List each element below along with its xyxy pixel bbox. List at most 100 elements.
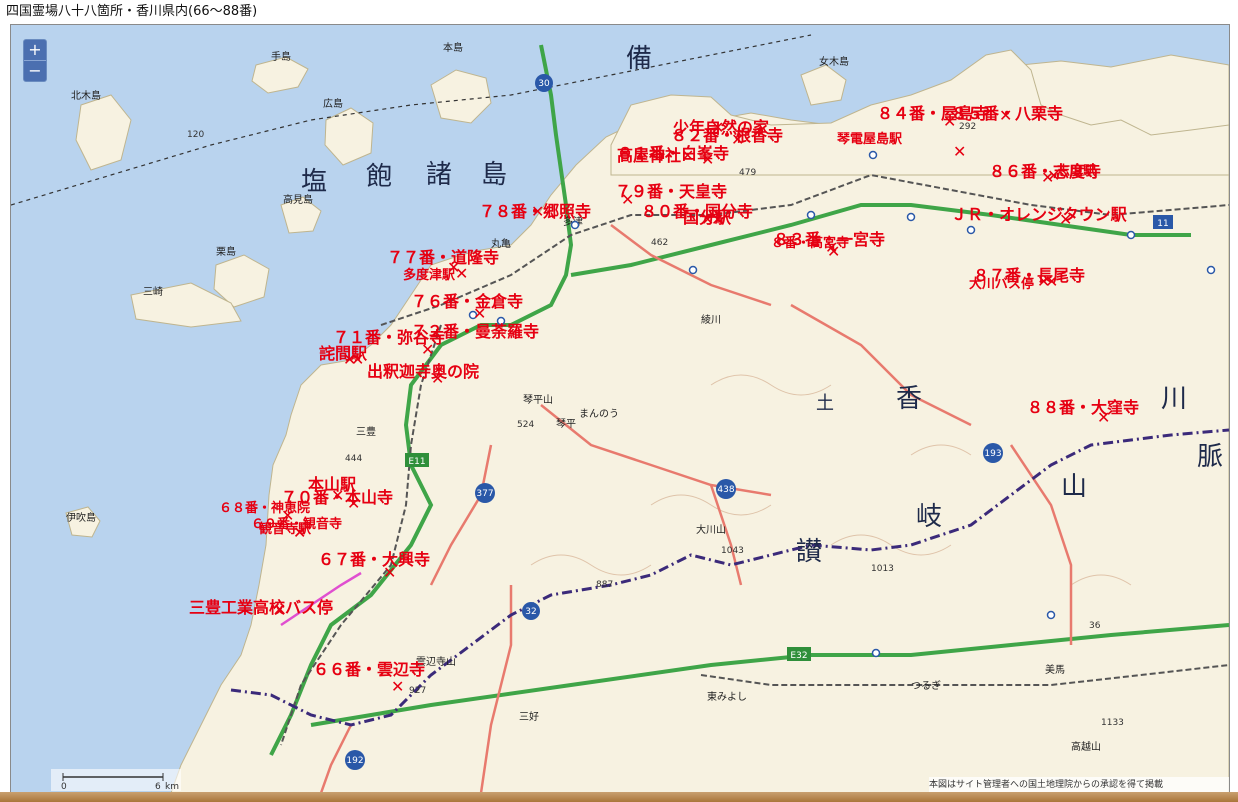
elevation-label: 1013 xyxy=(871,564,894,574)
svg-text:８番・高宮寺: ８番・高宮寺 xyxy=(771,235,849,251)
svg-text:192: 192 xyxy=(346,756,363,766)
svg-text:✕: ✕ xyxy=(953,142,966,161)
region-label: 飽 xyxy=(366,162,392,192)
elevation-label: 524 xyxy=(517,420,534,430)
svg-text:詫間駅: 詫間駅 xyxy=(319,344,368,363)
svg-text:観音寺駅: 観音寺駅 xyxy=(258,521,312,537)
route-shield: 30 xyxy=(535,74,553,92)
place-label: 美馬 xyxy=(1045,663,1065,676)
place-label: 女木島 xyxy=(819,55,849,68)
map-viewport[interactable]: 手島 本島 北木島 広島 女木島 高見島 栗島 三崎 伊吹島 三豊 丸亀 多津 … xyxy=(10,24,1230,794)
svg-text:32: 32 xyxy=(525,607,536,617)
elevation-label: 292 xyxy=(959,122,976,132)
route-shield: 11 xyxy=(1153,215,1173,229)
elevation-label: 36 xyxy=(1089,621,1101,631)
marker-78-goshoji[interactable]: ✕７８番・郷照寺 xyxy=(479,202,591,221)
svg-text:✕: ✕ xyxy=(391,677,404,696)
marker-mitoyo-bus-stop[interactable]: ✕三豊工業高校バス停 xyxy=(189,598,333,619)
route-shield: E11 xyxy=(405,453,429,467)
svg-text:少年自然の家: 少年自然の家 xyxy=(672,118,770,137)
place-label: 三好 xyxy=(519,711,539,723)
svg-text:438: 438 xyxy=(717,485,734,495)
svg-text:国分駅: 国分駅 xyxy=(683,208,732,227)
place-label: 琴平山 xyxy=(523,394,553,406)
place-label: 栗島 xyxy=(216,245,236,258)
place-label: 手島 xyxy=(271,50,291,63)
svg-text:高屋神社: 高屋神社 xyxy=(617,146,681,165)
svg-text:志度駅: 志度駅 xyxy=(1057,163,1097,179)
place-label: 琴平 xyxy=(556,418,576,430)
scale-max: 6 xyxy=(155,782,161,791)
place-label: 綾川 xyxy=(701,313,721,326)
elevation-label: 479 xyxy=(739,168,756,178)
svg-text:✕: ✕ xyxy=(455,264,468,283)
svg-text:E11: E11 xyxy=(408,457,425,467)
place-label: 伊吹島 xyxy=(66,511,96,524)
map-attribution: 本図はサイト管理者への国土地理院からの承認を得て掲載 xyxy=(929,777,1229,793)
scale-bar: 0 6 km xyxy=(51,769,181,792)
region-label: 土 xyxy=(816,393,834,414)
svg-text:✕: ✕ xyxy=(1037,272,1050,291)
region-label: 岐 xyxy=(916,502,942,532)
svg-text:出釈迦寺奥の院: 出釈迦寺奥の院 xyxy=(367,362,479,381)
zoom-out-button[interactable]: − xyxy=(24,60,46,81)
zoom-in-button[interactable]: + xyxy=(24,40,46,60)
svg-text:193: 193 xyxy=(984,449,1001,459)
svg-text:７２番・曼荼羅寺: ７２番・曼荼羅寺 xyxy=(411,322,539,341)
region-label: 讃 xyxy=(796,537,822,567)
region-label: 備 xyxy=(626,44,652,74)
elevation-label: 462 xyxy=(651,238,668,248)
svg-text:８８番・大窪寺: ８８番・大窪寺 xyxy=(1027,398,1139,417)
region-label: 諸 xyxy=(426,160,452,190)
elevation-label: 887 xyxy=(596,580,613,590)
svg-text:７９番・天皇寺: ７９番・天皇寺 xyxy=(615,182,727,201)
place-label: 高越山 xyxy=(1071,740,1101,753)
svg-text:６６番・雲辺寺: ６６番・雲辺寺 xyxy=(313,660,425,679)
page-title: 四国霊場八十八箇所・香川県内(66〜88番) xyxy=(6,4,258,19)
svg-text:三豊工業高校バス停: 三豊工業高校バス停 xyxy=(189,598,333,617)
marker-85-yakuriji[interactable]: ✕８５番・八栗寺 xyxy=(951,104,1063,125)
svg-text:多度津駅: 多度津駅 xyxy=(403,267,456,283)
marker-youth-nature-house[interactable]: ✕少年自然の家 xyxy=(672,118,770,137)
region-label: 島 xyxy=(481,160,507,190)
svg-text:６７番・大興寺: ６７番・大興寺 xyxy=(318,550,430,569)
svg-text:琴電屋島駅: 琴電屋島駅 xyxy=(837,131,903,147)
scale-bar-graphic: 0 6 km xyxy=(61,773,179,792)
region-label: 香 xyxy=(896,384,922,414)
route-shield: 193 xyxy=(983,443,1003,463)
place-label: 大川山 xyxy=(696,523,726,536)
window-bottom-strip xyxy=(0,792,1238,802)
svg-text:７８番・郷照寺: ７８番・郷照寺 xyxy=(479,202,591,221)
map-canvas[interactable]: 手島 本島 北木島 広島 女木島 高見島 栗島 三崎 伊吹島 三豊 丸亀 多津 … xyxy=(11,25,1229,793)
route-shield: 192 xyxy=(345,750,365,770)
elevation-label: 1133 xyxy=(1101,718,1124,728)
svg-text:✕: ✕ xyxy=(421,340,434,359)
elevation-label: 444 xyxy=(345,454,362,464)
svg-text:大川バス停: 大川バス停 xyxy=(969,276,1034,292)
scale-zero: 0 xyxy=(61,782,67,791)
place-label: 広島 xyxy=(323,97,343,110)
svg-text:11: 11 xyxy=(1157,219,1168,229)
region-label: 脈 xyxy=(1197,442,1223,472)
place-label: 北木島 xyxy=(71,89,101,102)
place-label: つるぎ xyxy=(911,679,941,692)
elevation-label: 1043 xyxy=(721,546,744,556)
place-label: 東みよし xyxy=(707,690,747,703)
region-label: 塩 xyxy=(301,167,327,197)
route-shield: E32 xyxy=(787,647,811,661)
marker-kokubu-station[interactable]: ✕国分駅 xyxy=(683,208,732,229)
route-shield: 377 xyxy=(475,483,495,503)
svg-text:８５番・八栗寺: ８５番・八栗寺 xyxy=(951,104,1063,123)
route-shield: 32 xyxy=(522,602,540,620)
place-label: 三崎 xyxy=(143,285,163,298)
scale-unit: km xyxy=(165,782,179,791)
zoom-control: + − xyxy=(23,39,47,82)
elevation-label: 120 xyxy=(187,130,204,140)
region-label: 川 xyxy=(1161,384,1187,414)
svg-text:７７番・道隆寺: ７７番・道隆寺 xyxy=(387,248,499,267)
elevation-label: 927 xyxy=(409,686,426,696)
region-label: 山 xyxy=(1061,472,1087,502)
place-label: 三豊 xyxy=(356,425,376,438)
svg-text:７６番・金倉寺: ７６番・金倉寺 xyxy=(411,292,523,311)
place-label: 本島 xyxy=(443,41,463,54)
